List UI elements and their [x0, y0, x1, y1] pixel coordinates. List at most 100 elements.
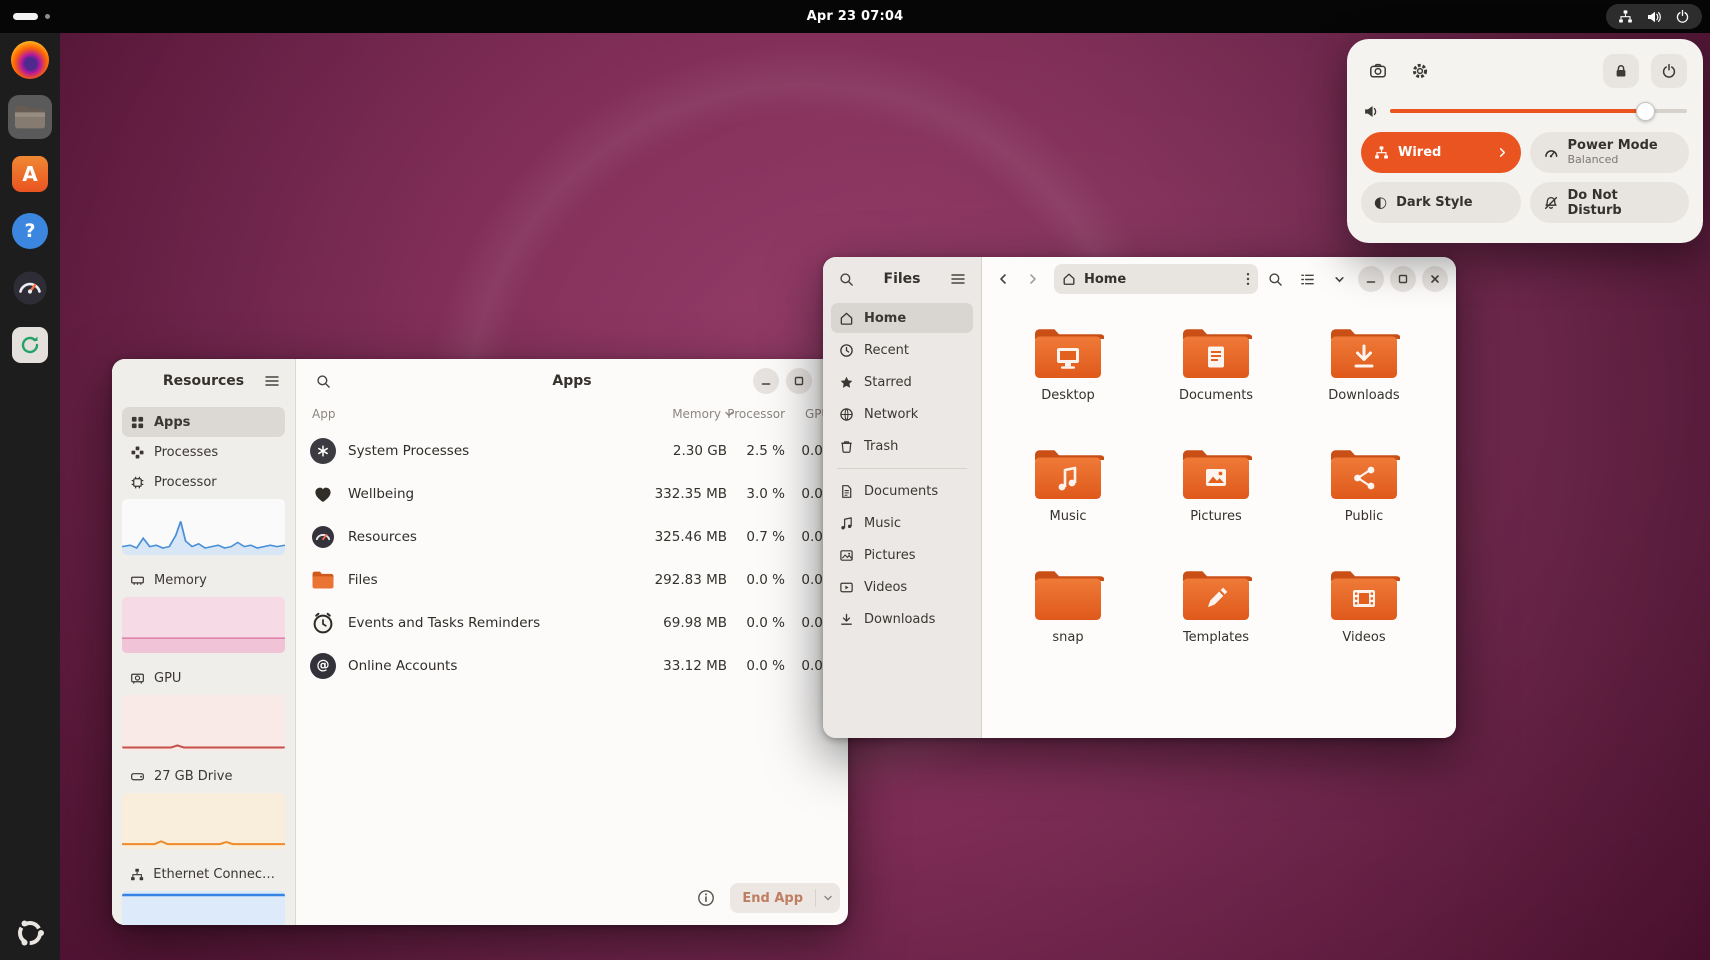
folder-public[interactable]: Public: [1290, 434, 1438, 555]
tile-label: Wired: [1398, 145, 1488, 160]
sidebar-item-ethernet[interactable]: Ethernet Connecti…: [122, 859, 285, 889]
dock-item-software-updater[interactable]: [8, 323, 52, 367]
maximize-button[interactable]: [786, 368, 812, 394]
files-toolbar[interactable]: Home: [982, 257, 1456, 301]
sidebar-item-music[interactable]: Music: [831, 508, 973, 538]
workspace-dot: [45, 14, 50, 19]
sidebar-item-pictures[interactable]: Pictures: [831, 540, 973, 570]
minimize-button[interactable]: [753, 368, 779, 394]
sidebar-item-downloads[interactable]: Downloads: [831, 604, 973, 634]
wired-tile[interactable]: Wired: [1361, 132, 1521, 173]
do-not-disturb-tile[interactable]: Do Not Disturb: [1530, 182, 1690, 223]
folder-icon: [1328, 325, 1400, 381]
tile-label: Do Not Disturb: [1568, 188, 1677, 218]
power-icon: [1661, 63, 1677, 79]
maximize-button[interactable]: [1390, 266, 1416, 292]
sidebar-item-memory[interactable]: Memory: [122, 565, 285, 595]
sidebar-item-gpu[interactable]: GPU: [122, 663, 285, 693]
kebab-menu-icon[interactable]: [1246, 272, 1250, 286]
sidebar-item-processes[interactable]: Processes: [122, 437, 285, 467]
dock-item-firefox[interactable]: [8, 38, 52, 82]
power-mode-tile[interactable]: Power Mode Balanced: [1530, 132, 1690, 173]
dock-item-resources[interactable]: [8, 266, 52, 310]
memory-icon: [130, 573, 145, 588]
search-button[interactable]: [310, 368, 336, 394]
sidebar-menu-button[interactable]: [945, 266, 971, 292]
column-processor[interactable]: Processor: [727, 407, 785, 421]
location-bar[interactable]: Home: [1054, 264, 1258, 294]
screenshot-icon: [1369, 62, 1387, 80]
folder-templates[interactable]: Templates: [1142, 555, 1290, 676]
sidebar-item-label: Memory: [154, 573, 207, 588]
search-button[interactable]: [1262, 266, 1288, 292]
memory-value: 69.98 MB: [663, 615, 727, 631]
chevron-right-icon[interactable]: [1497, 147, 1508, 158]
sidebar-item-documents[interactable]: Documents: [831, 476, 973, 506]
sidebar-search-button[interactable]: [833, 266, 859, 292]
forward-button[interactable]: [1020, 266, 1046, 292]
files-title: Files: [884, 271, 921, 287]
folder-videos[interactable]: Videos: [1290, 555, 1438, 676]
dock-item-help[interactable]: ?: [8, 209, 52, 253]
folder-pictures[interactable]: Pictures: [1142, 434, 1290, 555]
folder-desktop[interactable]: Desktop: [994, 313, 1142, 434]
back-button[interactable]: [990, 266, 1016, 292]
view-options-button[interactable]: [1326, 266, 1352, 292]
folder-documents[interactable]: Documents: [1142, 313, 1290, 434]
menu-button[interactable]: [259, 368, 285, 394]
screenshot-button[interactable]: [1363, 56, 1393, 86]
clock[interactable]: Apr 23 07:04: [807, 9, 904, 24]
end-app-menu-button[interactable]: [816, 893, 840, 903]
files-nav: Home Recent Starred Network Trash Docu: [823, 301, 981, 634]
star-icon: [839, 375, 854, 390]
trash-icon: [839, 439, 854, 454]
sidebar-item-videos[interactable]: Videos: [831, 572, 973, 602]
ubuntu-logo-icon: [14, 917, 46, 949]
sidebar-item-trash[interactable]: Trash: [831, 431, 973, 461]
dock-item-app-center[interactable]: A: [8, 152, 52, 196]
sidebar-item-apps[interactable]: Apps: [122, 407, 285, 437]
memory-value: 33.12 MB: [663, 658, 727, 674]
table-row[interactable]: Files 292.83 MB 0.0 % 0.0 %: [296, 558, 848, 601]
table-row[interactable]: Resources 325.46 MB 0.7 % 0.0 %: [296, 515, 848, 558]
minimize-button[interactable]: [1358, 266, 1384, 292]
sidebar-item-home[interactable]: Home: [831, 303, 973, 333]
activities-indicator[interactable]: [13, 0, 50, 33]
settings-button[interactable]: [1405, 56, 1435, 86]
sidebar-item-label: Downloads: [864, 612, 935, 627]
table-row[interactable]: Wellbeing 332.35 MB 3.0 % 0.0 %: [296, 472, 848, 515]
folder-label: Downloads: [1328, 388, 1399, 403]
folder-snap[interactable]: snap: [994, 555, 1142, 676]
slider-knob[interactable]: [1636, 102, 1655, 121]
power-mode-icon: [1543, 145, 1559, 161]
files-sidebar-header[interactable]: Files: [823, 257, 981, 301]
folder-music[interactable]: Music: [994, 434, 1142, 555]
table-row[interactable]: Events and Tasks Reminders 69.98 MB 0.0 …: [296, 601, 848, 644]
column-memory[interactable]: Memory: [672, 407, 734, 421]
lock-button[interactable]: [1603, 54, 1639, 88]
sidebar-item-network[interactable]: Network: [831, 399, 973, 429]
sidebar-item-starred[interactable]: Starred: [831, 367, 973, 397]
sidebar-item-processor[interactable]: Processor: [122, 467, 285, 497]
close-button[interactable]: [1422, 266, 1448, 292]
power-button[interactable]: [1651, 54, 1687, 88]
resources-sidebar-header[interactable]: Resources: [112, 359, 295, 403]
system-tray-button[interactable]: [1606, 4, 1702, 29]
dark-style-tile[interactable]: ◐ Dark Style: [1361, 182, 1521, 223]
home-icon: [839, 311, 854, 326]
lock-icon: [1613, 63, 1629, 79]
sidebar-item-recent[interactable]: Recent: [831, 335, 973, 365]
resources-headerbar[interactable]: Apps: [296, 359, 848, 403]
info-button[interactable]: [693, 885, 719, 911]
volume-slider[interactable]: [1390, 102, 1687, 120]
dock-item-show-apps[interactable]: [8, 911, 52, 955]
folder-downloads[interactable]: Downloads: [1290, 313, 1438, 434]
current-location: Home: [1084, 272, 1238, 287]
end-app-button[interactable]: End App: [730, 883, 840, 913]
table-row[interactable]: @ Online Accounts 33.12 MB 0.0 % 0.0 %: [296, 644, 848, 687]
list-view-button[interactable]: [1294, 266, 1320, 292]
sidebar-item-drive[interactable]: 27 GB Drive: [122, 761, 285, 791]
table-row[interactable]: System Processes 2.30 GB 2.5 % 0.0 %: [296, 429, 848, 472]
column-app[interactable]: App: [312, 407, 335, 421]
dock-item-files[interactable]: [8, 95, 52, 139]
